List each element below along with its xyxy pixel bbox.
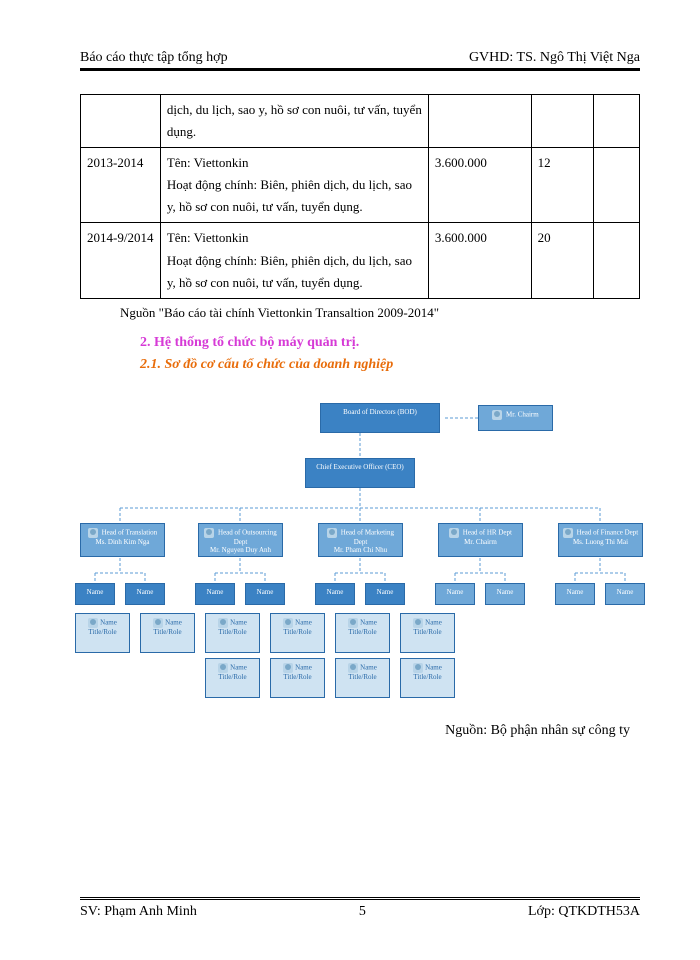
heading-2-1: 2.1. Sơ đồ cơ cấu tổ chức của doanh nghi… — [140, 357, 640, 373]
org-leaf-node: NameTitle/Role — [205, 613, 260, 653]
footer-page-number: 5 — [359, 904, 366, 920]
org-dept-head: Head of Translation — [102, 528, 158, 536]
org-dept-name: Mr. Nguyen Duy Anh — [210, 546, 271, 554]
table-row: 2014-9/2014 Tên: ViettonkinHoạt động chí… — [81, 223, 640, 298]
org-leaf-node: NameTitle/Role — [400, 613, 455, 653]
org-leaf-node: NameTitle/Role — [75, 613, 130, 653]
cell-count — [531, 95, 594, 148]
page-header: Báo cáo thực tập tổng hợp GVHD: TS. Ngô … — [80, 50, 640, 70]
org-leaf-node: NameTitle/Role — [205, 658, 260, 698]
cell-amount: 3.600.000 — [428, 148, 531, 223]
org-sub-node: Name — [605, 583, 645, 605]
person-icon — [563, 528, 573, 538]
org-leaf-node: NameTitle/Role — [335, 658, 390, 698]
org-dept-head: Head of Marketing Dept — [341, 528, 394, 545]
org-sub-node: Name — [435, 583, 475, 605]
person-icon — [283, 663, 293, 673]
heading-2: 2. Hệ thống tổ chức bộ máy quản trị. — [140, 335, 640, 351]
person-icon — [88, 528, 98, 538]
table-row: 2013-2014 Tên: ViettonkinHoạt động chính… — [81, 148, 640, 223]
person-icon — [88, 618, 98, 628]
footer-right: Lớp: QTKDTH53A — [528, 904, 640, 920]
org-dept-name: Ms. Dinh Kim Nga — [95, 538, 149, 546]
org-dept-name: Ms. Luong Thi Mai — [573, 538, 628, 546]
org-dept-head: Head of Outsourcing Dept — [218, 528, 277, 545]
org-node-dept: Head of Finance Dept Ms. Luong Thi Mai — [558, 523, 643, 557]
main-table: dịch, du lịch, sao y, hồ sơ con nuôi, tư… — [80, 94, 640, 299]
header-left: Báo cáo thực tập tổng hợp — [80, 50, 228, 66]
cell-amount: 3.600.000 — [428, 223, 531, 298]
org-sub-node: Name — [245, 583, 285, 605]
org-leaf-node: NameTitle/Role — [270, 613, 325, 653]
person-icon — [153, 618, 163, 628]
org-node-dept: Head of Marketing Dept Mr. Pham Chi Nhu — [318, 523, 403, 557]
page-footer: SV: Phạm Anh Minh 5 Lớp: QTKDTH53A — [80, 899, 640, 920]
org-node-dept: Head of Translation Ms. Dinh Kim Nga — [80, 523, 165, 557]
org-leaf-node: NameTitle/Role — [335, 613, 390, 653]
person-icon — [204, 528, 214, 538]
cell-extra — [594, 223, 640, 298]
cell-desc: dịch, du lịch, sao y, hồ sơ con nuôi, tư… — [160, 95, 428, 148]
person-icon — [348, 663, 358, 673]
cell-extra — [594, 95, 640, 148]
org-dept-name: Mr. Pham Chi Nhu — [334, 546, 387, 554]
header-right: GVHD: TS. Ngô Thị Việt Nga — [469, 50, 640, 66]
cell-desc: Tên: ViettonkinHoạt động chính: Biên, ph… — [160, 148, 428, 223]
person-icon — [413, 663, 423, 673]
org-node-board: Board of Directors (BOD) — [320, 403, 440, 433]
person-icon — [283, 618, 293, 628]
org-sub-node: Name — [365, 583, 405, 605]
person-icon — [449, 528, 459, 538]
org-leaf-node: NameTitle/Role — [270, 658, 325, 698]
org-chairman-label: Mr. Chairm — [506, 410, 539, 418]
org-board-label: Board of Directors (BOD) — [343, 408, 417, 416]
cell-period: 2014-9/2014 — [81, 223, 161, 298]
org-ceo-label: Chief Executive Officer (CEO) — [316, 463, 404, 471]
person-icon — [327, 528, 337, 538]
org-node-dept: Head of Outsourcing Dept Mr. Nguyen Duy … — [198, 523, 283, 557]
cell-period — [81, 95, 161, 148]
org-node-chairman: Mr. Chairm — [478, 405, 553, 431]
person-icon — [413, 618, 423, 628]
cell-desc: Tên: ViettonkinHoạt động chính: Biên, ph… — [160, 223, 428, 298]
footer-left: SV: Phạm Anh Minh — [80, 904, 197, 920]
org-leaf-node: NameTitle/Role — [400, 658, 455, 698]
org-sub-node: Name — [315, 583, 355, 605]
org-node-ceo: Chief Executive Officer (CEO) — [305, 458, 415, 488]
org-chart: Board of Directors (BOD) Mr. Chairm Chie… — [80, 393, 640, 713]
person-icon — [348, 618, 358, 628]
cell-count: 20 — [531, 223, 594, 298]
person-icon — [492, 410, 502, 420]
org-sub-node: Name — [555, 583, 595, 605]
org-leaf-node: NameTitle/Role — [140, 613, 195, 653]
org-sub-node: Name — [195, 583, 235, 605]
person-icon — [218, 618, 228, 628]
cell-amount — [428, 95, 531, 148]
chart-source: Nguồn: Bộ phận nhân sự công ty — [80, 723, 630, 739]
org-dept-name: Mr. Chairm — [464, 538, 497, 546]
table-source: Nguồn "Báo cáo tài chính Viettonkin Tran… — [120, 305, 640, 321]
cell-count: 12 — [531, 148, 594, 223]
table-row: dịch, du lịch, sao y, hồ sơ con nuôi, tư… — [81, 95, 640, 148]
org-dept-head: Head of Finance Dept — [577, 528, 639, 536]
org-node-dept: Head of HR Dept Mr. Chairm — [438, 523, 523, 557]
person-icon — [218, 663, 228, 673]
org-sub-node: Name — [75, 583, 115, 605]
org-sub-node: Name — [125, 583, 165, 605]
org-dept-head: Head of HR Dept — [463, 528, 512, 536]
org-sub-node: Name — [485, 583, 525, 605]
cell-extra — [594, 148, 640, 223]
cell-period: 2013-2014 — [81, 148, 161, 223]
